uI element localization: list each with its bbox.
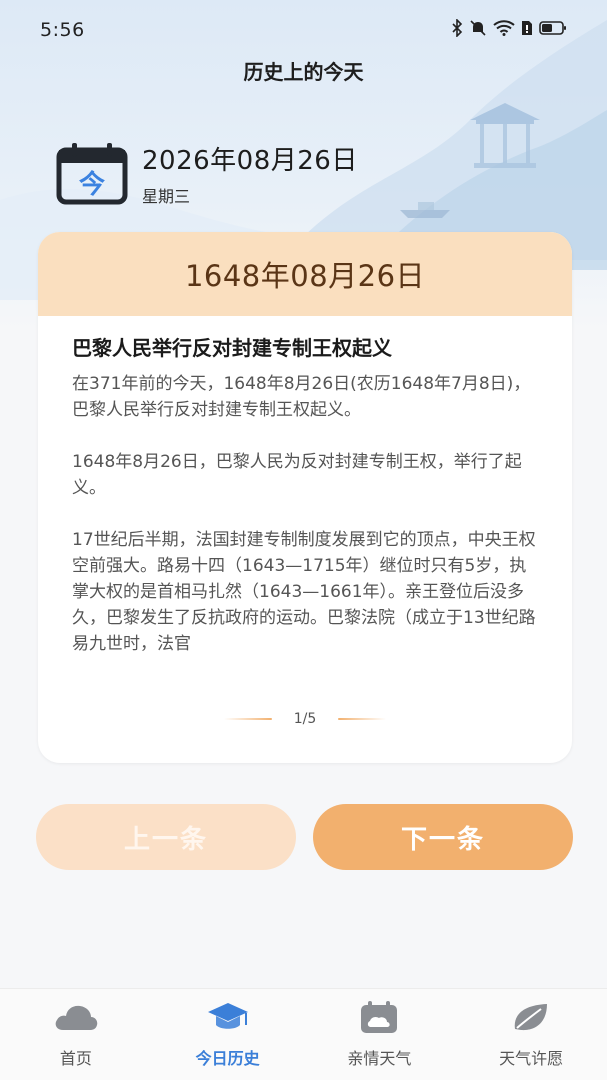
bottom-tab-bar: 首页 今日历史 亲情天气 天气许愿 xyxy=(0,988,607,1080)
leaf-icon xyxy=(508,999,554,1035)
pager-line-right xyxy=(338,718,387,720)
event-title: 巴黎人民举行反对封建专制王权起义 xyxy=(72,336,392,360)
pager-indicator: 1/5 xyxy=(38,707,572,731)
wifi-icon xyxy=(493,20,515,40)
bluetooth-icon xyxy=(451,18,463,41)
tab-label: 亲情天气 xyxy=(347,1049,412,1068)
event-paragraph: 17世纪后半期，法国封建专制制度发展到它的顶点，中央王权空前强大。路易十四（16… xyxy=(72,530,536,654)
pager-text: 1/5 xyxy=(293,711,317,727)
prev-button[interactable]: 上一条 xyxy=(36,804,296,870)
status-bar: 5:56 xyxy=(0,0,607,60)
tab-label: 今日历史 xyxy=(195,1049,260,1068)
today-date-block: 今 2026年08月26日 星期三 xyxy=(56,140,358,207)
status-icons xyxy=(451,18,567,41)
today-weekday: 星期三 xyxy=(142,187,191,206)
pager-line-left xyxy=(223,718,272,720)
calendar-cloud-icon xyxy=(356,999,402,1035)
event-paragraph: 1648年8月26日，巴黎人民为反对封建专制王权，举行了起义。 xyxy=(72,452,522,498)
calendar-today-icon: 今 xyxy=(56,142,128,205)
tab-label: 天气许愿 xyxy=(499,1049,564,1068)
mute-icon xyxy=(469,19,487,41)
next-button[interactable]: 下一条 xyxy=(313,804,573,870)
calendar-badge-text: 今 xyxy=(79,169,105,200)
sim-icon xyxy=(521,20,533,40)
cloud-icon xyxy=(53,999,99,1035)
history-card: 1648年08月26日 巴黎人民举行反对封建专制王权起义 在371年前的今天，1… xyxy=(38,232,572,763)
history-card-content[interactable]: 巴黎人民举行反对封建专制王权起义 在371年前的今天，1648年8月26日(农历… xyxy=(38,316,572,682)
tab-family-weather[interactable]: 亲情天气 xyxy=(304,989,456,1080)
tab-weather-wish[interactable]: 天气许愿 xyxy=(455,989,607,1080)
page-title: 历史上的今天 xyxy=(243,60,364,84)
tab-home[interactable]: 首页 xyxy=(0,989,152,1080)
tab-label: 首页 xyxy=(59,1049,92,1068)
today-date: 2026年08月26日 xyxy=(142,146,358,176)
event-paragraph: 在371年前的今天，1648年8月26日(农历1648年7月8日)，巴黎人民举行… xyxy=(72,374,531,420)
status-time: 5:56 xyxy=(40,19,85,41)
graduation-cap-icon xyxy=(205,999,251,1035)
battery-icon xyxy=(539,20,567,40)
history-card-date: 1648年08月26日 xyxy=(38,232,572,316)
tab-today-history[interactable]: 今日历史 xyxy=(152,989,304,1080)
